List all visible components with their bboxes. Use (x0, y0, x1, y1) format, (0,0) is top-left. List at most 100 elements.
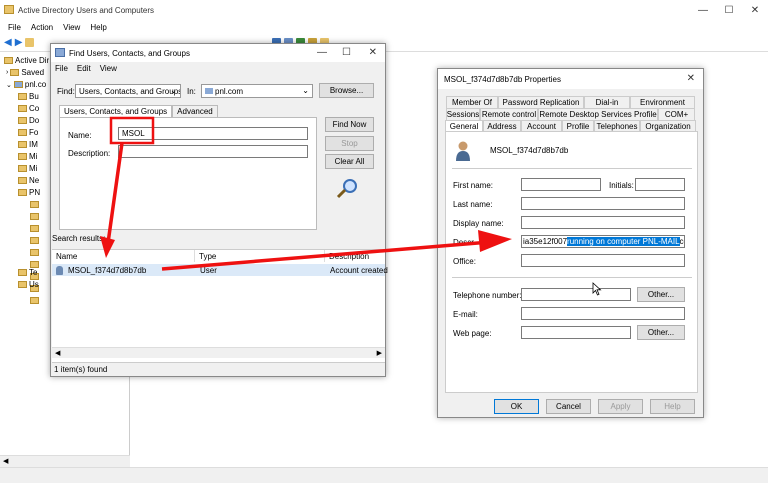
tree-item-root[interactable]: Active Dir (4, 55, 49, 66)
tab-users-contacts-groups[interactable]: Users, Contacts, and Groups (59, 105, 173, 117)
tab-password-replication[interactable]: Password Replication (498, 96, 584, 108)
stop-button[interactable]: Stop (325, 136, 374, 151)
table-row[interactable]: MSOL_f374d7d8b7db User Account created (52, 264, 388, 276)
menu-action[interactable]: Action (31, 23, 53, 32)
scroll-right-icon[interactable]: ▶ (377, 349, 382, 357)
in-location-select[interactable]: pnl.com ⌄ (201, 84, 313, 98)
tree-item[interactable]: Fo (18, 127, 38, 138)
folder-icon (30, 297, 39, 304)
in-label: In: (187, 87, 196, 96)
tree-item[interactable]: Co (18, 103, 39, 114)
cancel-button[interactable]: Cancel (546, 399, 591, 414)
tab-advanced[interactable]: Advanced (172, 105, 218, 117)
telephone-other-button[interactable]: Other... (637, 287, 685, 302)
menu-view[interactable]: View (63, 23, 80, 32)
initials-input[interactable] (635, 178, 685, 191)
tree-item[interactable] (30, 211, 39, 222)
tab-dial-in[interactable]: Dial-in (584, 96, 630, 108)
tab-environment[interactable]: Environment (630, 96, 695, 108)
folder-icon (30, 213, 39, 220)
tree-item-domain[interactable]: ⌄ pnl.co (6, 79, 46, 90)
tree-item-saved[interactable]: › Saved (6, 67, 44, 78)
folder-icon (30, 237, 39, 244)
webpage-other-button[interactable]: Other... (637, 325, 685, 340)
magnifier-search-icon (336, 179, 357, 199)
find-menu-file[interactable]: File (55, 64, 68, 73)
folder-icon (18, 269, 27, 276)
tree-item[interactable] (30, 295, 39, 306)
ok-button[interactable]: OK (494, 399, 539, 414)
help-button[interactable]: Help (650, 399, 695, 414)
forward-arrow-icon[interactable]: ▶ (15, 37, 23, 48)
tree-item-pnl[interactable]: PN (18, 187, 40, 198)
mouse-cursor-icon (592, 282, 602, 296)
tree-scrollbar[interactable]: ◀ (0, 455, 130, 467)
find-titlebar: Find Users, Contacts, and Groups — ☐ ✕ (51, 44, 385, 62)
telephone-input[interactable] (521, 288, 631, 301)
tree-item[interactable]: Mi (18, 163, 37, 174)
find-type-select[interactable]: Users, Contacts, and Groups ⌄ (75, 84, 181, 98)
apply-button[interactable]: Apply (598, 399, 643, 414)
user-display-name: MSOL_f374d7d8b7db (490, 146, 569, 155)
tree-item[interactable]: Mi (18, 151, 37, 162)
maximize-icon[interactable]: ☐ (716, 0, 742, 20)
display-name-input[interactable] (521, 216, 685, 229)
tree-item[interactable]: Bu (18, 91, 39, 102)
menu-file[interactable]: File (8, 23, 21, 32)
tree-item-us[interactable]: Us (18, 279, 39, 290)
webpage-input[interactable] (521, 326, 631, 339)
tab-remote-control[interactable]: Remote control (480, 108, 538, 120)
tree-item[interactable]: Ne (18, 175, 39, 186)
folder-icon (18, 93, 27, 100)
menu-help[interactable]: Help (90, 23, 106, 32)
display-name-label: Display name: (453, 219, 504, 228)
tab-sessions[interactable]: Sessions (446, 108, 480, 120)
tree-item[interactable] (30, 235, 39, 246)
find-now-button[interactable]: Find Now (325, 117, 374, 132)
find-title: Find Users, Contacts, and Groups (69, 48, 190, 58)
up-folder-icon[interactable] (25, 38, 35, 47)
tab-com-plus[interactable]: COM+ (658, 108, 695, 120)
tree-item[interactable]: Do (18, 115, 39, 126)
description-input[interactable] (118, 145, 308, 158)
clear-all-button[interactable]: Clear All (325, 154, 374, 169)
tab-remote-desktop-services-profile[interactable]: Remote Desktop Services Profile (538, 108, 658, 120)
find-dialog-icon (55, 48, 65, 57)
email-input[interactable] (521, 307, 685, 320)
results-scrollbar[interactable]: ◀ ▶ (52, 347, 385, 358)
find-menu-view[interactable]: View (100, 64, 117, 73)
description-input[interactable]: ia35e12f007running on computer PNL-MAILc… (521, 235, 685, 248)
office-input[interactable] (521, 254, 685, 267)
find-menu-edit[interactable]: Edit (77, 64, 91, 73)
column-header-name[interactable]: Name (52, 250, 195, 262)
column-header-description[interactable]: Description (325, 250, 385, 262)
tree-item[interactable] (30, 199, 39, 210)
tree-item-te[interactable]: Te (18, 267, 37, 278)
tree-item[interactable] (30, 247, 39, 258)
close-icon[interactable]: ✕ (742, 0, 768, 20)
tree-item[interactable] (30, 223, 39, 234)
tree-item[interactable]: IM (18, 139, 38, 150)
close-icon[interactable]: ✕ (369, 47, 377, 58)
description-selected-text: running on computer PNL-MAIL (567, 237, 680, 246)
webpage-label: Web page: (453, 329, 492, 338)
description-label: Descr (453, 238, 474, 247)
description-label: Description: (68, 149, 111, 158)
scroll-left-icon[interactable]: ◀ (55, 349, 60, 357)
first-name-input[interactable] (521, 178, 601, 191)
last-name-label: Last name: (453, 200, 493, 209)
close-icon[interactable]: ✕ (687, 73, 695, 84)
last-name-input[interactable] (521, 197, 685, 210)
back-arrow-icon[interactable]: ◀ (4, 37, 12, 48)
maximize-icon[interactable]: ☐ (342, 47, 351, 58)
column-header-type[interactable]: Type (195, 250, 325, 262)
general-tab-panel: MSOL_f374d7d8b7db First name: Initials: … (445, 131, 698, 393)
main-titlebar: Active Directory Users and Computers — ☐… (0, 0, 768, 20)
minimize-icon[interactable]: — (317, 47, 327, 58)
name-input[interactable]: MSOL (118, 127, 308, 140)
domain-icon (205, 88, 213, 94)
minimize-icon[interactable]: — (690, 0, 716, 20)
tab-member-of[interactable]: Member Of (446, 96, 498, 108)
browse-button[interactable]: Browse... (319, 83, 374, 98)
find-menubar: File Edit View (55, 64, 117, 73)
